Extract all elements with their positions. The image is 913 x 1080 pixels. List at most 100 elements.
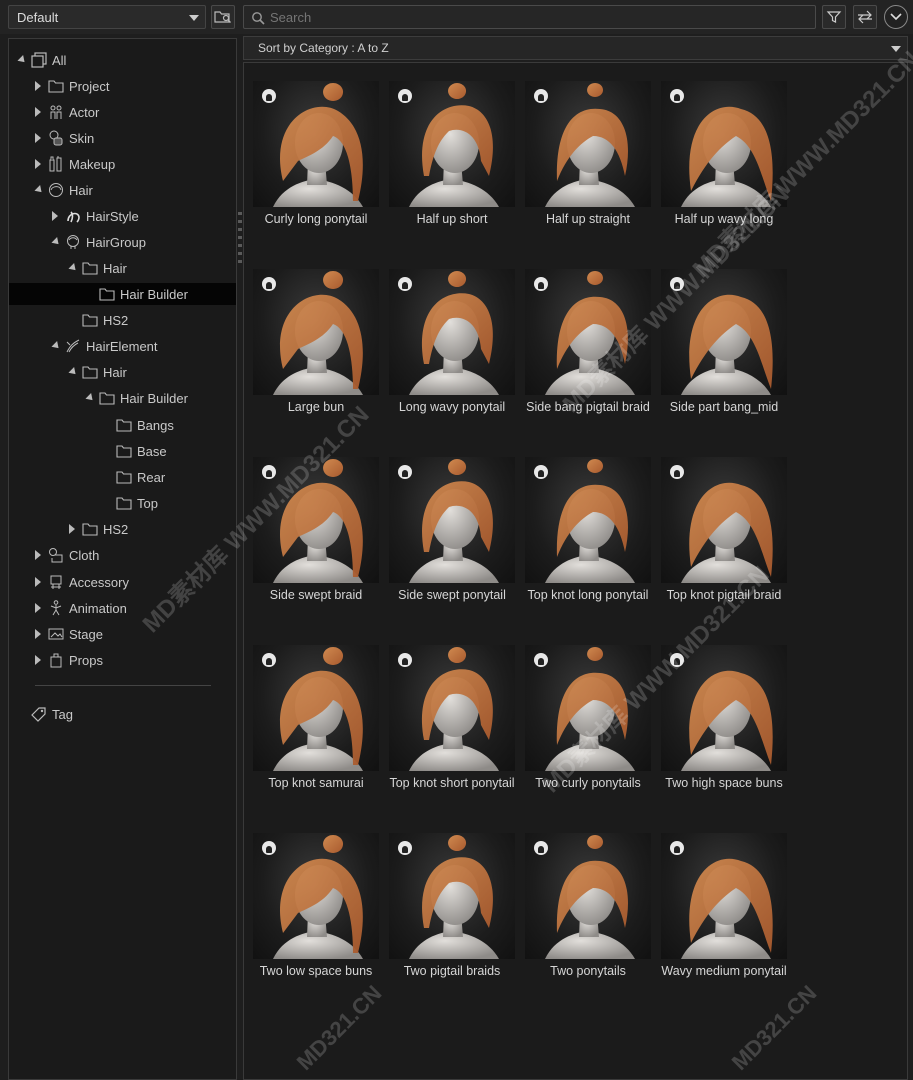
hair-thumbnail[interactable] — [661, 833, 787, 959]
sort-dropdown[interactable]: Sort by Category : A to Z — [243, 36, 908, 60]
hair-thumbnail[interactable] — [525, 833, 651, 959]
hair-thumbnail[interactable] — [389, 645, 515, 771]
tree-item[interactable]: Bangs — [100, 414, 174, 436]
hair-thumbnail[interactable] — [525, 457, 651, 583]
collapse-arrow-icon[interactable] — [32, 549, 44, 561]
tree-item[interactable]: Rear — [100, 466, 165, 488]
top-toolbar: Default — [0, 0, 913, 34]
hair-thumbnail[interactable] — [389, 81, 515, 207]
hair-item-tile[interactable]: Two high space buns — [652, 627, 788, 803]
hair-thumbnail[interactable] — [661, 81, 787, 207]
hair-asset-badge-icon — [670, 841, 684, 855]
collapse-arrow-icon[interactable] — [32, 132, 44, 144]
hair-item-tile[interactable]: Top knot samurai — [244, 627, 380, 803]
hair-thumbnail[interactable] — [253, 457, 379, 583]
tree-item[interactable]: HS2 — [66, 309, 128, 331]
tree-item[interactable]: Actor — [32, 101, 99, 123]
hair-thumbnail[interactable] — [389, 833, 515, 959]
preset-dropdown[interactable]: Default — [8, 5, 206, 29]
tree-item[interactable]: Hair Builder — [9, 283, 236, 305]
tree-item[interactable]: HairElement — [49, 335, 158, 357]
tree-item[interactable]: Makeup — [32, 153, 115, 175]
tree-item[interactable]: HairStyle — [49, 205, 139, 227]
collapse-arrow-icon[interactable] — [32, 602, 44, 614]
actor-icon — [48, 104, 64, 120]
tree-divider — [35, 685, 211, 686]
hair-item-tile[interactable]: Half up straight — [516, 63, 652, 239]
tree-item[interactable]: Stage — [32, 623, 103, 645]
hair-item-tile[interactable]: Curly long ponytail — [244, 63, 380, 239]
expand-arrow-icon[interactable] — [15, 54, 27, 66]
folder-search-icon — [214, 11, 231, 23]
hair-thumbnail[interactable] — [661, 457, 787, 583]
tree-item[interactable]: Top — [100, 492, 158, 514]
search-input[interactable] — [270, 8, 790, 26]
tree-item[interactable]: All — [15, 49, 66, 71]
hair-thumbnail[interactable] — [253, 269, 379, 395]
splitter-grip — [238, 244, 242, 247]
hair-item-tile[interactable]: Half up short — [380, 63, 516, 239]
hair-item-label: Side part bang_mid — [669, 400, 779, 414]
browse-folder-button[interactable] — [211, 5, 235, 29]
expand-arrow-icon[interactable] — [49, 236, 61, 248]
tree-item[interactable]: Skin — [32, 127, 94, 149]
tree-item[interactable]: HairGroup — [49, 231, 146, 253]
hair-item-tile[interactable]: Two low space buns — [244, 815, 380, 991]
hair-item-tile[interactable]: Two pigtail braids — [380, 815, 516, 991]
splitter-grip — [238, 220, 242, 223]
hair-thumbnail[interactable] — [389, 457, 515, 583]
expand-arrow-icon[interactable] — [32, 184, 44, 196]
tree-item[interactable]: HS2 — [66, 518, 128, 540]
tree-item-label: Hair — [103, 364, 127, 380]
hair-item-tile[interactable]: Top knot long ponytail — [516, 439, 652, 615]
tree-item[interactable]: Hair — [66, 257, 127, 279]
hair-thumbnail[interactable] — [525, 269, 651, 395]
filter-button[interactable] — [822, 5, 846, 29]
hair-thumbnail[interactable] — [253, 645, 379, 771]
hair-item-tile[interactable]: Half up wavy long — [652, 63, 788, 239]
collapse-arrow-icon[interactable] — [32, 628, 44, 640]
hair-item-tile[interactable]: Top knot short ponytail — [380, 627, 516, 803]
hair-item-tile[interactable]: Wavy medium ponytail — [652, 815, 788, 991]
hair-thumbnail[interactable] — [661, 269, 787, 395]
tree-item[interactable]: Props — [32, 649, 103, 671]
tree-item[interactable]: Cloth — [32, 544, 99, 566]
tree-item[interactable]: Accessory — [32, 571, 129, 593]
hair-item-tile[interactable]: Top knot pigtail braid — [652, 439, 788, 615]
options-button[interactable] — [884, 5, 908, 29]
collapse-arrow-icon[interactable] — [32, 158, 44, 170]
hair-item-tile[interactable]: Side part bang_mid — [652, 251, 788, 427]
hair-thumbnail[interactable] — [253, 833, 379, 959]
hair-thumbnail[interactable] — [253, 81, 379, 207]
collapse-arrow-icon[interactable] — [32, 576, 44, 588]
expand-arrow-icon[interactable] — [83, 392, 95, 404]
expand-arrow-icon[interactable] — [66, 262, 78, 274]
tree-item[interactable]: Hair Builder — [83, 387, 188, 409]
hair-item-tile[interactable]: Two curly ponytails — [516, 627, 652, 803]
hair-thumbnail[interactable] — [525, 81, 651, 207]
search-field[interactable] — [243, 5, 816, 29]
hair-thumbnail[interactable] — [525, 645, 651, 771]
hair-item-tile[interactable]: Two ponytails — [516, 815, 652, 991]
hair-item-tile[interactable]: Side bang pigtail braid — [516, 251, 652, 427]
tree-item[interactable]: Base — [100, 440, 167, 462]
collapse-arrow-icon[interactable] — [49, 210, 61, 222]
tree-item[interactable]: Hair — [66, 361, 127, 383]
hair-item-tile[interactable]: Large bun — [244, 251, 380, 427]
swap-view-button[interactable] — [853, 5, 877, 29]
hair-item-tile[interactable]: Long wavy ponytail — [380, 251, 516, 427]
hair-thumbnail[interactable] — [389, 269, 515, 395]
hair-item-tile[interactable]: Side swept braid — [244, 439, 380, 615]
collapse-arrow-icon[interactable] — [32, 106, 44, 118]
hair-thumbnail[interactable] — [661, 645, 787, 771]
tree-item[interactable]: Hair — [32, 179, 93, 201]
tree-item[interactable]: Project — [32, 75, 109, 97]
collapse-arrow-icon[interactable] — [32, 654, 44, 666]
hair-item-tile[interactable]: Side swept ponytail — [380, 439, 516, 615]
tree-item[interactable]: Animation — [32, 597, 127, 619]
collapse-arrow-icon[interactable] — [32, 80, 44, 92]
collapse-arrow-icon[interactable] — [66, 523, 78, 535]
expand-arrow-icon[interactable] — [49, 340, 61, 352]
expand-arrow-icon[interactable] — [66, 366, 78, 378]
tag-section[interactable]: Tag — [31, 703, 73, 725]
